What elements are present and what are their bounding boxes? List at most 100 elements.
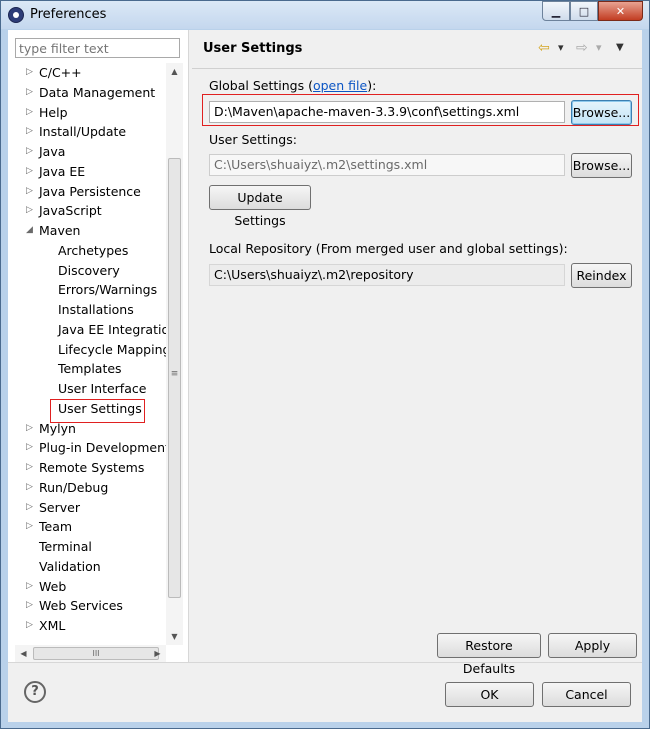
tree-item-label: Lifecycle Mappings: [58, 341, 169, 357]
tree-item-label: Discovery: [58, 262, 120, 278]
collapsed-arrow-icon[interactable]: ▷: [26, 438, 36, 457]
tree-item-label: Errors/Warnings: [58, 282, 158, 298]
global-browse-button[interactable]: Browse...: [571, 100, 632, 125]
ok-button[interactable]: OK: [445, 682, 534, 707]
tree-item[interactable]: ▷ C/C++: [8, 63, 169, 82]
tree-item[interactable]: ▷ Run/Debug: [8, 478, 169, 497]
expanded-arrow-icon[interactable]: ◢: [26, 221, 36, 240]
tree-item-label: Java EE Integration: [58, 321, 169, 337]
tree-item[interactable]: Installations: [8, 300, 169, 319]
scroll-up-arrow-icon[interactable]: ▲: [166, 63, 183, 80]
scroll-right-arrow-icon[interactable]: ▶: [149, 645, 166, 662]
tree-item[interactable]: ▷ Java: [8, 142, 169, 161]
back-menu-icon[interactable]: ▾: [558, 39, 564, 57]
collapsed-arrow-icon[interactable]: ▷: [26, 596, 36, 615]
filter-input[interactable]: [15, 38, 180, 58]
tree-item[interactable]: ▷ Data Management: [8, 83, 169, 102]
collapsed-arrow-icon[interactable]: ▷: [26, 182, 36, 201]
tree-item[interactable]: Discovery: [8, 261, 169, 280]
tree-item[interactable]: ▷ Web: [8, 577, 169, 596]
close-button[interactable]: ✕: [598, 1, 643, 21]
collapsed-arrow-icon[interactable]: ▷: [26, 162, 36, 181]
tree-item[interactable]: ▷ Team: [8, 517, 169, 536]
maximize-icon: □: [578, 4, 590, 18]
help-icon[interactable]: ?: [24, 681, 46, 703]
tree-item[interactable]: Errors/Warnings: [8, 280, 169, 299]
collapsed-arrow-icon[interactable]: ▷: [26, 478, 36, 497]
tree-item-label: Install/Update: [39, 124, 127, 140]
tree-item[interactable]: ▷ XML: [8, 616, 169, 635]
expander-placeholder: [26, 557, 36, 576]
global-settings-label-suffix: ):: [367, 78, 377, 93]
tree-item[interactable]: Lifecycle Mappings: [8, 340, 169, 359]
collapsed-arrow-icon[interactable]: ▷: [26, 142, 36, 161]
collapsed-arrow-icon[interactable]: ▷: [26, 577, 36, 596]
reindex-button[interactable]: Reindex: [571, 263, 632, 288]
apply-button[interactable]: Apply: [548, 633, 637, 658]
tree-item[interactable]: Java EE Integration: [8, 320, 169, 339]
tree-item[interactable]: ▷ Install/Update: [8, 122, 169, 141]
user-settings-field[interactable]: C:\Users\shuaiyz\.m2\settings.xml: [209, 154, 565, 176]
tree-item[interactable]: Validation: [8, 557, 169, 576]
collapsed-arrow-icon[interactable]: ▷: [26, 517, 36, 536]
expander-placeholder: [26, 537, 36, 556]
title-bar[interactable]: Preferences ▁ □ ✕: [1, 1, 649, 29]
tree-horizontal-scrollbar[interactable]: ◀ III ▶: [15, 645, 166, 662]
eclipse-icon: [8, 7, 24, 23]
tree-item-label: Run/Debug: [39, 479, 109, 495]
scroll-left-arrow-icon[interactable]: ◀: [15, 645, 32, 662]
tree-item-label: User Interface: [58, 381, 147, 396]
tree-item[interactable]: Archetypes: [8, 241, 169, 260]
collapsed-arrow-icon[interactable]: ▷: [26, 63, 36, 82]
preference-tree-pane: ▷C/C++▷Data Management▷Help▷Install/Upda…: [8, 30, 189, 662]
forward-arrow-icon[interactable]: ⇨: [576, 39, 588, 57]
dialog-button-bar: ? OK Cancel: [8, 662, 642, 722]
tree-vertical-scrollbar[interactable]: ▲ ≡ ▼: [166, 63, 183, 645]
scroll-thumb[interactable]: ≡: [168, 158, 181, 598]
expander-placeholder: [26, 280, 36, 299]
back-arrow-icon[interactable]: ⇦: [538, 39, 550, 57]
page-title: User Settings: [203, 41, 303, 56]
collapsed-arrow-icon[interactable]: ▷: [26, 458, 36, 477]
open-file-link[interactable]: open file: [313, 78, 367, 93]
global-settings-field[interactable]: D:\Maven\apache-maven-3.3.9\conf\setting…: [209, 101, 565, 123]
collapsed-arrow-icon[interactable]: ▷: [26, 122, 36, 141]
tree-item[interactable]: ▷ Help: [8, 103, 169, 122]
tree-item[interactable]: ▷ Remote Systems: [8, 458, 169, 477]
hscroll-thumb[interactable]: III: [33, 647, 159, 660]
expander-placeholder: [26, 399, 36, 418]
update-settings-button[interactable]: Update Settings: [209, 185, 311, 228]
forward-menu-icon[interactable]: ▾: [596, 39, 602, 57]
cancel-button[interactable]: Cancel: [542, 682, 631, 707]
minimize-button[interactable]: ▁: [542, 1, 570, 21]
restore-defaults-button[interactable]: Restore Defaults: [437, 633, 541, 676]
collapsed-arrow-icon[interactable]: ▷: [26, 498, 36, 517]
collapsed-arrow-icon[interactable]: ▷: [26, 616, 36, 635]
tree-item-label: Installations: [58, 302, 134, 317]
tree-item[interactable]: User Interface: [8, 379, 169, 398]
view-menu-icon[interactable]: ▼: [616, 39, 624, 57]
tree-item[interactable]: ▷ JavaScript: [8, 201, 169, 220]
maximize-button[interactable]: □: [570, 1, 598, 21]
collapsed-arrow-icon[interactable]: ▷: [26, 419, 36, 438]
collapsed-arrow-icon[interactable]: ▷: [26, 83, 36, 102]
tree-item[interactable]: ▷ Plug-in Development: [8, 438, 169, 457]
tree-item-label: Maven: [39, 223, 81, 238]
tree-item[interactable]: ▷ Java Persistence: [8, 182, 169, 201]
tree-item[interactable]: ▷ Server: [8, 498, 169, 517]
tree-item-label: Plug-in Development: [39, 440, 169, 456]
tree-item[interactable]: ◢ Maven: [8, 221, 169, 240]
tree-item[interactable]: Templates: [8, 359, 169, 378]
page-navigation: ⇦ ▾ ⇨ ▾ ▼: [534, 39, 634, 57]
tree-item[interactable]: ▷ Web Services: [8, 596, 169, 615]
collapsed-arrow-icon[interactable]: ▷: [26, 201, 36, 220]
tree-item[interactable]: Terminal: [8, 537, 169, 556]
expander-placeholder: [26, 241, 36, 260]
scroll-down-arrow-icon[interactable]: ▼: [166, 628, 183, 645]
selection-highlight-box: [50, 399, 145, 423]
user-browse-button[interactable]: Browse...: [571, 153, 632, 178]
dialog-body: ▷C/C++▷Data Management▷Help▷Install/Upda…: [8, 30, 642, 722]
tree-item[interactable]: ▷ Java EE: [8, 162, 169, 181]
tree-item-label: Java EE: [39, 163, 86, 179]
collapsed-arrow-icon[interactable]: ▷: [26, 103, 36, 122]
